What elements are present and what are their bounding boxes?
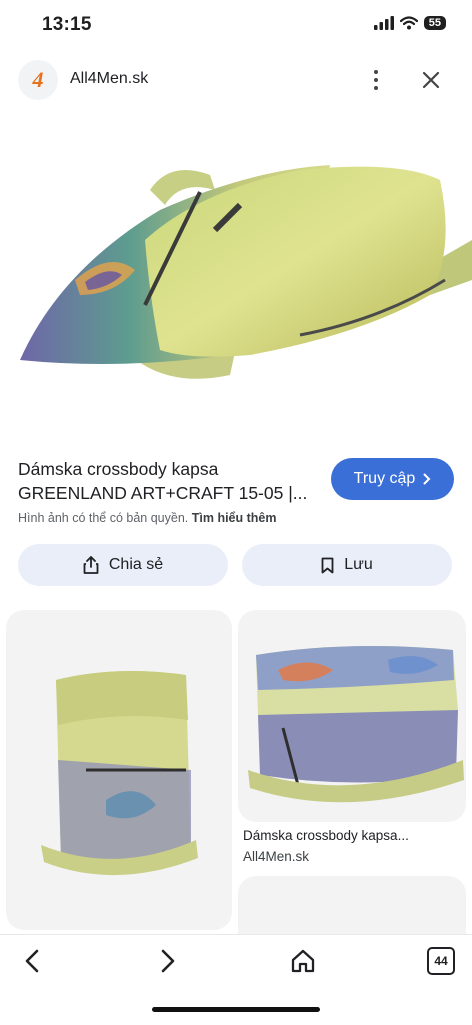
- share-label: Chia sẻ: [108, 556, 164, 573]
- save-button[interactable]: Lưu: [242, 544, 452, 586]
- site-logo: 4: [18, 60, 58, 100]
- logo-text: 4: [32, 67, 44, 92]
- copyright-notice: Hình ảnh có thể có bản quyền. Tìm hiểu t…: [18, 511, 276, 525]
- save-label: Lưu: [344, 556, 373, 573]
- bookmark-icon: [321, 557, 334, 573]
- copyright-text: Hình ảnh có thể có bản quyền.: [18, 511, 189, 525]
- site-name[interactable]: All4Men.sk: [70, 70, 148, 88]
- status-icons: 55: [373, 16, 446, 30]
- tabs-count-button[interactable]: 44: [427, 947, 455, 975]
- grid-image-right: [248, 646, 464, 803]
- share-button[interactable]: Chia sẻ: [18, 544, 228, 586]
- more-options-icon[interactable]: [364, 66, 388, 94]
- grid-image-card[interactable]: [238, 610, 466, 822]
- grid-item-source: All4Men.sk: [243, 849, 310, 864]
- grid-image-card[interactable]: [6, 610, 232, 930]
- learn-more-link[interactable]: Tìm hiểu thêm: [192, 511, 277, 525]
- home-icon[interactable]: [288, 946, 318, 976]
- battery-indicator: 55: [423, 16, 446, 30]
- result-title[interactable]: Dámska crossbody kapsa GREENLAND ART+CRA…: [18, 457, 318, 505]
- home-indicator: [152, 1007, 320, 1012]
- grid-image-left: [41, 671, 198, 876]
- wifi-icon: [399, 16, 418, 30]
- signal-icon: [373, 16, 394, 30]
- grid-item-caption[interactable]: Dámska crossbody kapsa...: [243, 828, 409, 843]
- status-time: 13:15: [42, 14, 92, 35]
- share-icon: [83, 556, 99, 574]
- product-image[interactable]: [0, 120, 472, 420]
- visit-label: Truy cập: [353, 470, 416, 487]
- back-icon[interactable]: [18, 946, 48, 976]
- forward-icon[interactable]: [152, 946, 182, 976]
- chevron-right-icon: [423, 473, 431, 485]
- close-icon[interactable]: [418, 66, 444, 94]
- visit-button[interactable]: Truy cập: [331, 458, 454, 500]
